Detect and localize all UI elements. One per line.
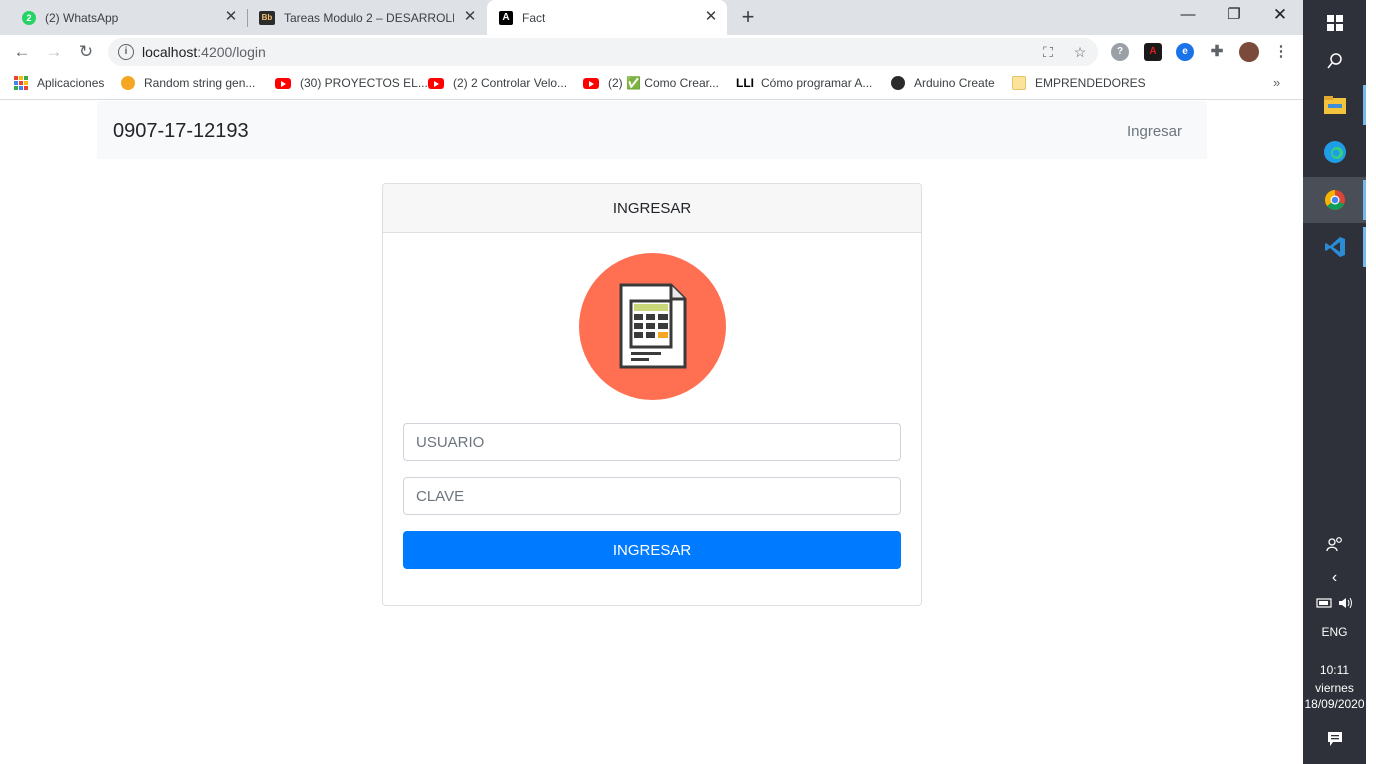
bookmark-arduino-create[interactable]: Arduino Create bbox=[891, 76, 995, 90]
brand-title[interactable]: 0907-17-12193 bbox=[113, 120, 249, 143]
acrobat-icon[interactable]: A bbox=[1144, 43, 1162, 61]
bookmark-como-programar[interactable]: LLI Cómo programar A... bbox=[736, 76, 872, 90]
apps-grid-icon bbox=[14, 76, 28, 90]
address-bar[interactable]: i localhost:4200/login ⛶ ☆ bbox=[108, 38, 1098, 66]
edge-icon[interactable] bbox=[1303, 129, 1366, 175]
people-icon[interactable] bbox=[1303, 524, 1366, 564]
bookmark-aplicaciones[interactable]: Aplicaciones bbox=[14, 76, 104, 90]
screen-edge bbox=[1366, 0, 1376, 764]
ie-tab-icon[interactable]: e bbox=[1176, 43, 1194, 61]
file-explorer-icon[interactable] bbox=[1303, 82, 1366, 128]
menu-kebab-icon[interactable]: ⋮ bbox=[1272, 43, 1290, 61]
vscode-icon[interactable] bbox=[1303, 224, 1366, 270]
arduino-icon bbox=[891, 76, 905, 90]
close-tab-icon[interactable]: ✕ bbox=[462, 9, 478, 25]
tab-label: Fact bbox=[522, 10, 546, 25]
bookmark-random-string[interactable]: Random string gen... bbox=[121, 76, 255, 90]
bookmarks-bar: Aplicaciones Random string gen... (30) P… bbox=[0, 69, 1303, 100]
more-bookmarks-icon[interactable]: » bbox=[1273, 75, 1280, 90]
language-indicator[interactable]: ENG bbox=[1303, 625, 1366, 639]
bookmark-star-icon[interactable]: ☆ bbox=[1072, 44, 1088, 60]
tab-fact[interactable]: A Fact ✕ bbox=[487, 0, 727, 35]
chrome-taskbar-icon[interactable] bbox=[1303, 177, 1366, 223]
search-icon[interactable] bbox=[1303, 38, 1366, 84]
reload-icon[interactable]: ↻ bbox=[74, 40, 98, 64]
angular-icon: A bbox=[499, 10, 513, 25]
bookmark-emprendedores[interactable]: EMPRENDEDORES bbox=[1012, 76, 1146, 90]
folder-icon bbox=[1012, 76, 1026, 90]
bookmark-controlar-velo[interactable]: (2) 2 Controlar Velo... bbox=[428, 76, 567, 90]
close-tab-icon[interactable]: ✕ bbox=[703, 9, 719, 25]
show-hidden-icons-icon[interactable]: ‹ bbox=[1303, 569, 1366, 587]
translate-icon[interactable]: ⛶ bbox=[1040, 44, 1056, 60]
tab-label: (2) WhatsApp bbox=[45, 10, 119, 25]
back-icon[interactable]: ← bbox=[10, 40, 34, 64]
screen: 2 (2) WhatsApp ✕ Bb Tareas Modulo 2 – DE… bbox=[0, 0, 1376, 764]
tab-tareas[interactable]: Bb Tareas Modulo 2 – DESARROLLO ✕ bbox=[248, 0, 486, 35]
page-content: 0907-17-12193 Ingresar INGRESAR USUARIO … bbox=[0, 101, 1303, 764]
site-info-icon[interactable]: i bbox=[118, 44, 134, 60]
close-window-icon[interactable]: ✕ bbox=[1257, 0, 1303, 30]
login-submit-button[interactable]: INGRESAR bbox=[403, 531, 901, 569]
username-input[interactable] bbox=[403, 423, 901, 461]
shield-extension-icon[interactable]: ? bbox=[1111, 43, 1129, 61]
password-input[interactable] bbox=[403, 477, 901, 515]
notification-center-icon[interactable] bbox=[1303, 716, 1366, 762]
bookmark-proyectos[interactable]: (30) PROYECTOS EL... bbox=[275, 76, 428, 90]
restore-icon[interactable]: ❐ bbox=[1211, 0, 1257, 30]
tab-whatsapp[interactable]: 2 (2) WhatsApp ✕ bbox=[0, 0, 247, 35]
url-text: localhost:4200/login bbox=[142, 44, 266, 60]
logo-circle bbox=[579, 253, 726, 400]
whatsapp-icon: 2 bbox=[22, 10, 36, 25]
random-string-icon bbox=[121, 76, 135, 90]
close-tab-icon[interactable]: ✕ bbox=[223, 9, 239, 25]
minimize-icon[interactable]: — bbox=[1165, 0, 1211, 30]
browser-toolbar: ← → ↻ i localhost:4200/login ⛶ ☆ bbox=[0, 35, 1303, 69]
windows-taskbar: ‹ ENG 10:11 viernes 18/09/2020 bbox=[1303, 0, 1366, 764]
tab-label: Tareas Modulo 2 – DESARROLLO bbox=[284, 10, 454, 25]
invoice-calculator-icon bbox=[619, 283, 687, 369]
app-navbar: 0907-17-12193 Ingresar bbox=[97, 101, 1207, 159]
youtube-icon bbox=[583, 77, 599, 89]
bookmark-como-crear[interactable]: (2) ✅ Como Crear... bbox=[583, 76, 719, 90]
clock-date[interactable]: 18/09/2020 bbox=[1303, 697, 1366, 711]
clock-time[interactable]: 10:11 bbox=[1303, 663, 1366, 677]
forward-icon[interactable]: → bbox=[42, 40, 66, 64]
extensions-puzzle-icon[interactable]: ✚ bbox=[1208, 43, 1226, 61]
lli-icon: LLI bbox=[736, 76, 754, 90]
tab-strip: 2 (2) WhatsApp ✕ Bb Tareas Modulo 2 – DE… bbox=[0, 0, 1303, 35]
profile-avatar[interactable] bbox=[1239, 42, 1259, 62]
nav-login-link[interactable]: Ingresar bbox=[1127, 123, 1182, 140]
login-card-title: INGRESAR bbox=[383, 184, 921, 233]
new-tab-icon[interactable]: + bbox=[737, 6, 759, 28]
login-card: INGRESAR USUARIO INGRESAR bbox=[382, 183, 922, 606]
clock-day[interactable]: viernes bbox=[1303, 681, 1366, 695]
tray-icons bbox=[1303, 590, 1366, 616]
youtube-icon bbox=[275, 77, 291, 89]
blackboard-icon: Bb bbox=[259, 10, 275, 25]
youtube-icon bbox=[428, 77, 444, 89]
